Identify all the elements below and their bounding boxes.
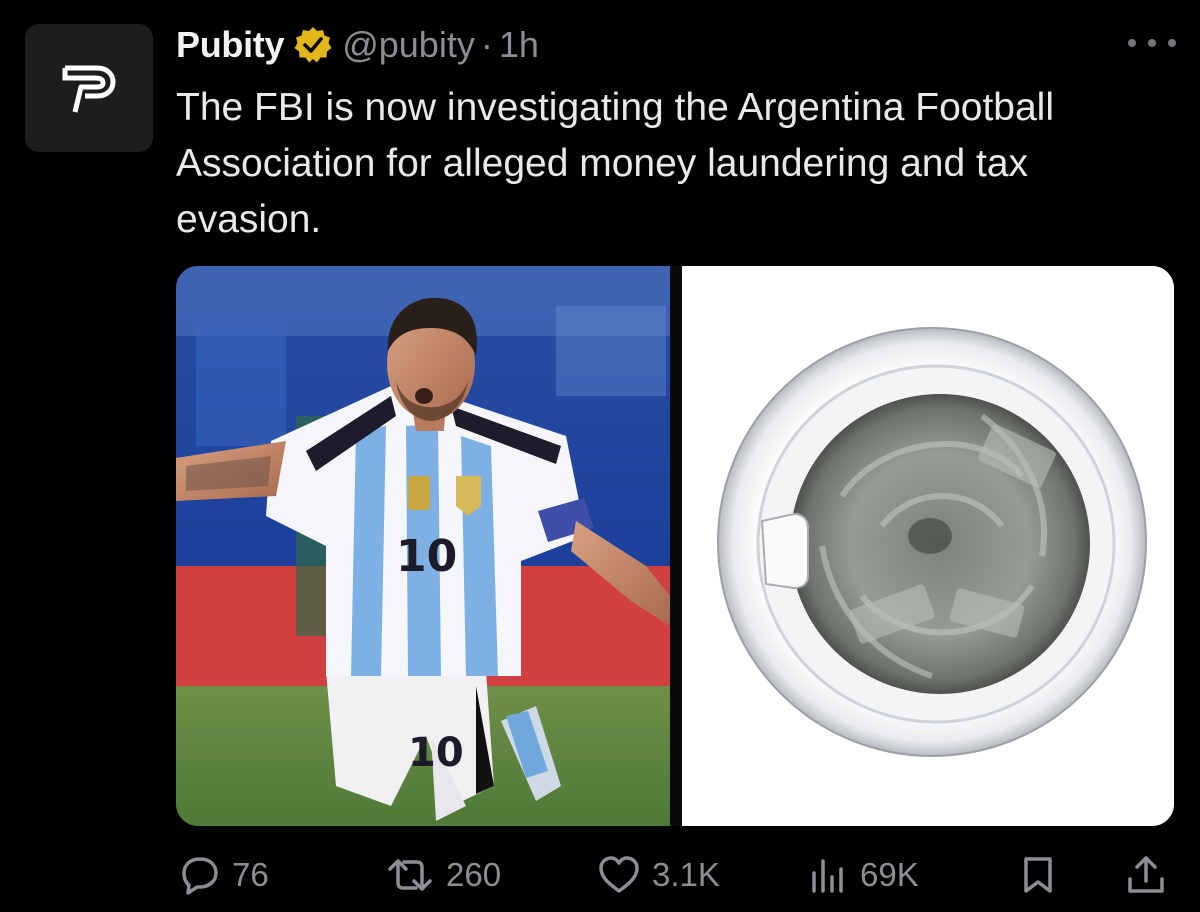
reply-count: 76 xyxy=(232,856,269,893)
like-button[interactable]: 3.1K xyxy=(596,850,720,900)
share-icon xyxy=(1128,856,1164,893)
bookmark-button[interactable] xyxy=(1018,850,1068,900)
views-count: 69K xyxy=(860,856,919,893)
reply-button[interactable]: 76 xyxy=(178,850,269,900)
like-icon xyxy=(599,856,639,893)
tweet-header: Pubity @pubity · 1h xyxy=(176,22,539,68)
tweet-text: The FBI is now investigating the Argenti… xyxy=(176,86,1054,241)
views-icon xyxy=(812,859,843,893)
svg-text:10: 10 xyxy=(396,531,457,582)
avatar[interactable] xyxy=(25,24,153,152)
verified-badge-icon xyxy=(292,24,334,66)
views-button[interactable]: 69K xyxy=(806,850,919,900)
author-handle[interactable]: @pubity xyxy=(342,24,475,66)
author-name[interactable]: Pubity xyxy=(176,24,285,66)
reply-icon xyxy=(182,857,218,895)
separator-dot: · xyxy=(480,24,493,65)
more-icon[interactable] xyxy=(1128,34,1176,52)
retweet-button[interactable]: 260 xyxy=(384,850,501,900)
like-count: 3.1K xyxy=(652,856,720,893)
share-button[interactable] xyxy=(1124,850,1178,900)
bookmark-icon xyxy=(1024,857,1052,893)
player-photo[interactable]: 10 10 xyxy=(176,266,670,826)
retweet-icon xyxy=(388,859,432,891)
timestamp[interactable]: 1h xyxy=(499,24,539,66)
pubity-logo-icon xyxy=(62,65,116,113)
svg-text:10: 10 xyxy=(408,730,464,776)
tweet-media[interactable]: 10 10 xyxy=(176,266,1174,826)
retweet-count: 260 xyxy=(446,856,502,893)
action-bar: 76 260 3.1K 69K xyxy=(0,850,1200,900)
washing-machine-photo[interactable] xyxy=(682,266,1174,826)
